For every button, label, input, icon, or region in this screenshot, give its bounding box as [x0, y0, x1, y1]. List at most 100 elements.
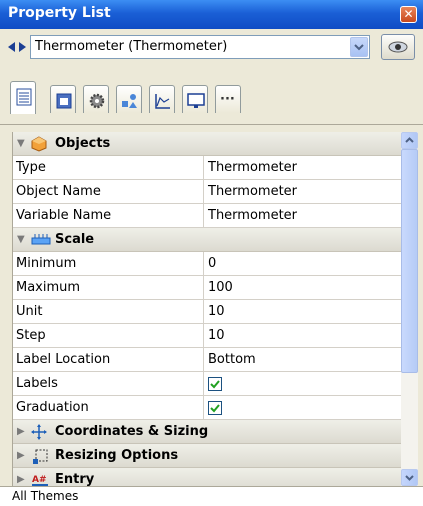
property-value[interactable]: 100	[208, 280, 233, 295]
category-label: Coordinates & Sizing	[55, 424, 209, 439]
property-row[interactable]: Unit 10	[13, 300, 401, 324]
column-divider	[203, 180, 204, 204]
left-arrow-icon[interactable]	[8, 42, 15, 52]
object-dropdown[interactable]: Thermometer (Thermometer)	[30, 35, 370, 59]
expand-triangle-icon[interactable]: ▶	[17, 426, 25, 437]
ellipsis-icon: ···	[220, 92, 235, 107]
entry-icon: A#	[31, 472, 49, 486]
tab-chart[interactable]	[149, 85, 175, 113]
property-row[interactable]: Step 10	[13, 324, 401, 348]
tab-property-list[interactable]	[10, 81, 36, 114]
category-label: Scale	[55, 232, 95, 247]
title-bar: Property List ✕	[0, 0, 423, 29]
collapse-triangle-icon[interactable]: ▼	[17, 138, 25, 149]
column-divider	[203, 324, 204, 348]
tab-more[interactable]: ···	[215, 85, 241, 113]
category-resizing[interactable]: ▶ Resizing Options	[13, 444, 401, 468]
property-row[interactable]: Minimum 0	[13, 252, 401, 276]
tab-shapes[interactable]	[116, 85, 142, 113]
right-arrow-icon[interactable]	[19, 42, 26, 52]
property-row[interactable]: Type Thermometer	[13, 156, 401, 180]
property-value[interactable]: 10	[208, 328, 225, 343]
property-grid: ▼ Objects Type Thermometer Object Name T…	[12, 132, 401, 486]
cube-icon	[31, 136, 47, 156]
property-key: Object Name	[16, 184, 101, 199]
ruler-icon	[31, 232, 51, 250]
scroll-up-button[interactable]	[401, 132, 418, 149]
window-icon	[56, 93, 72, 109]
property-key: Variable Name	[16, 208, 112, 223]
property-key: Graduation	[16, 400, 89, 415]
category-label: Objects	[55, 136, 111, 151]
property-key: Type	[16, 160, 46, 175]
graduation-checkbox[interactable]	[208, 401, 222, 415]
property-value[interactable]: Bottom	[208, 352, 256, 367]
category-label: Resizing Options	[55, 448, 179, 463]
column-divider	[203, 372, 204, 396]
category-coordinates[interactable]: ▶ Coordinates & Sizing	[13, 420, 401, 444]
property-row[interactable]: Object Name Thermometer	[13, 180, 401, 204]
property-value[interactable]: Thermometer	[208, 184, 297, 199]
close-button[interactable]: ✕	[400, 6, 417, 23]
property-key: Minimum	[16, 256, 77, 271]
column-divider	[203, 252, 204, 276]
property-value[interactable]: Thermometer	[208, 208, 297, 223]
property-value[interactable]: 10	[208, 304, 225, 319]
monitor-icon	[187, 93, 205, 108]
property-row[interactable]: Label Location Bottom	[13, 348, 401, 372]
close-icon: ✕	[403, 7, 414, 21]
object-nav	[7, 41, 27, 57]
gear-icon	[89, 93, 105, 109]
property-row[interactable]: Graduation	[13, 396, 401, 420]
object-selector-bar: Thermometer (Thermometer)	[0, 29, 423, 67]
property-key: Step	[16, 328, 46, 343]
chevron-down-icon	[405, 475, 414, 481]
resize-icon	[31, 448, 49, 470]
column-divider	[203, 300, 204, 324]
scroll-down-button[interactable]	[401, 469, 418, 486]
dropdown-button[interactable]	[350, 37, 368, 57]
eye-icon	[388, 41, 408, 53]
tab-monitor[interactable]	[182, 85, 208, 113]
chart-icon	[155, 94, 170, 109]
property-key: Maximum	[16, 280, 81, 295]
expand-triangle-icon[interactable]: ▶	[17, 474, 25, 485]
checkmark-icon	[210, 404, 220, 413]
column-divider	[203, 396, 204, 420]
property-row[interactable]: Variable Name Thermometer	[13, 204, 401, 228]
column-divider	[203, 348, 204, 372]
chevron-up-icon	[405, 137, 414, 143]
property-key: Label Location	[16, 352, 111, 367]
scroll-thumb[interactable]	[401, 149, 418, 373]
collapse-triangle-icon[interactable]: ▼	[17, 234, 25, 245]
labels-checkbox[interactable]	[208, 377, 222, 391]
tab-window[interactable]	[50, 85, 76, 113]
property-value[interactable]: 0	[208, 256, 216, 271]
window-title: Property List	[8, 5, 111, 21]
move-arrows-icon	[31, 424, 47, 444]
property-list-icon	[16, 88, 32, 106]
svg-text:A#: A#	[32, 475, 47, 485]
view-button[interactable]	[381, 34, 415, 60]
shapes-icon	[122, 94, 137, 108]
status-bar: All Themes	[0, 486, 423, 506]
category-objects[interactable]: ▼ Objects	[13, 132, 401, 156]
property-key: Labels	[16, 376, 58, 391]
property-row[interactable]: Maximum 100	[13, 276, 401, 300]
category-scale[interactable]: ▼ Scale	[13, 228, 401, 252]
object-dropdown-value: Thermometer (Thermometer)	[35, 39, 228, 54]
property-value[interactable]: Thermometer	[208, 160, 297, 175]
category-label: Entry	[55, 472, 95, 486]
tab-strip: ···	[0, 67, 423, 125]
column-divider	[203, 156, 204, 180]
property-row[interactable]: Labels	[13, 372, 401, 396]
property-key: Unit	[16, 304, 43, 319]
category-entry[interactable]: ▶ A# Entry	[13, 468, 401, 486]
column-divider	[203, 204, 204, 228]
status-text: All Themes	[12, 489, 79, 503]
expand-triangle-icon[interactable]: ▶	[17, 450, 25, 461]
checkmark-icon	[210, 380, 220, 389]
vertical-scrollbar[interactable]	[401, 132, 418, 486]
tab-gear[interactable]	[83, 85, 109, 113]
chevron-down-icon	[354, 44, 364, 51]
